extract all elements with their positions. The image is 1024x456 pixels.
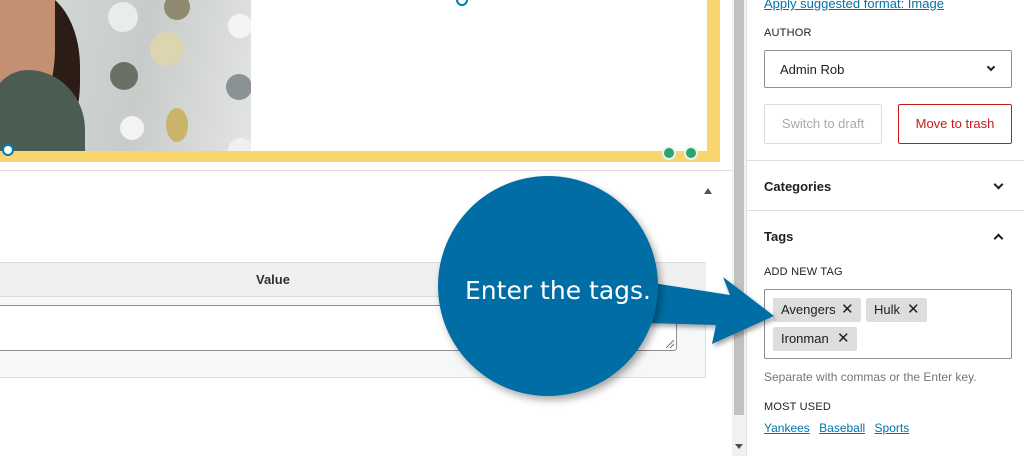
tag-chip-label: Avengers — [781, 302, 836, 317]
most-used-tag-link[interactable]: Sports — [875, 421, 910, 435]
categories-panel-toggle[interactable]: Categories — [747, 161, 1024, 210]
tag-input-field[interactable]: Avengers ✕ Hulk ✕ Ironman ✕ — [764, 289, 1012, 359]
tag-chip-label: Hulk — [874, 302, 901, 317]
remove-tag-icon[interactable]: ✕ — [841, 298, 854, 322]
remove-tag-icon[interactable]: ✕ — [837, 327, 850, 351]
scroll-down-arrow-icon[interactable] — [735, 444, 743, 449]
featured-photo[interactable] — [0, 0, 251, 151]
remove-tag-icon[interactable]: ✕ — [907, 298, 920, 322]
image-block-inner — [0, 0, 707, 151]
categories-panel-title: Categories — [764, 179, 832, 194]
author-selected-value: Admin Rob — [780, 62, 845, 77]
most-used-tag-link[interactable]: Baseball — [819, 421, 865, 435]
chevron-down-icon — [993, 179, 1004, 190]
author-label: AUTHOR — [764, 27, 812, 39]
chevron-down-icon — [986, 62, 996, 72]
chevron-up-icon — [993, 233, 1004, 244]
image-resize-handle-corner[interactable] — [2, 144, 14, 156]
value-column-header: Value — [256, 272, 290, 287]
author-select[interactable]: Admin Rob — [764, 50, 1012, 88]
image-resize-handle-top[interactable] — [456, 0, 468, 6]
tag-help-text: Separate with commas or the Enter key. — [764, 370, 977, 384]
image-block[interactable] — [0, 0, 720, 162]
switch-to-draft-button[interactable]: Switch to draft — [764, 104, 882, 144]
tag-chip-avengers: Avengers ✕ — [773, 298, 861, 322]
editor-scrollbar[interactable] — [732, 0, 746, 456]
tag-chip-ironman: Ironman ✕ — [773, 327, 857, 351]
tags-panel-toggle[interactable]: Tags — [747, 211, 1024, 256]
most-used-label: MOST USED — [764, 401, 831, 413]
move-to-trash-button[interactable]: Move to trash — [898, 104, 1012, 144]
most-used-tag-link[interactable]: Yankees — [764, 421, 810, 435]
tag-chip-label: Ironman — [781, 331, 829, 346]
meta-box-divider — [0, 170, 732, 171]
apply-suggested-format-link[interactable]: Apply suggested format: Image — [764, 0, 944, 11]
settings-sidebar: Apply suggested format: Image AUTHOR Adm… — [747, 0, 1024, 456]
caret-up-icon[interactable] — [704, 188, 712, 194]
most-used-tags: Yankees Baseball Sports — [764, 421, 915, 435]
grammar-check-icon[interactable] — [656, 142, 708, 162]
annotation-text: Enter the tags. — [465, 276, 651, 305]
tags-panel-title: Tags — [764, 229, 794, 244]
tag-chip-hulk: Hulk ✕ — [866, 298, 927, 322]
